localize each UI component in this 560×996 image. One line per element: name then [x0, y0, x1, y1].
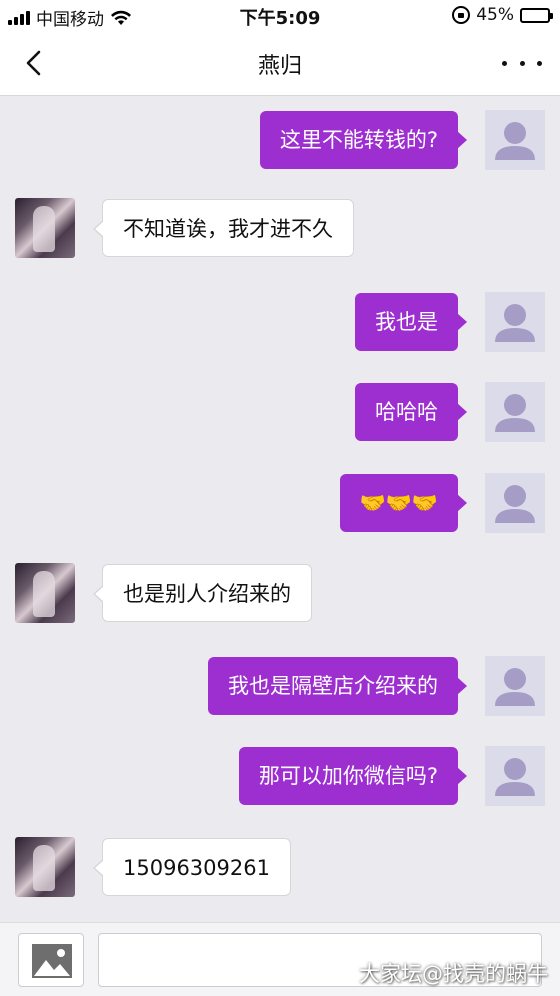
message-row: 我也是隔壁店介绍来的	[0, 656, 560, 718]
avatar-other[interactable]	[15, 837, 75, 897]
user-placeholder-icon	[495, 758, 535, 796]
page-title: 燕归	[257, 54, 302, 79]
watermark: 大家坛@找壳的蜗牛	[359, 962, 548, 986]
status-right: 45%	[452, 5, 553, 25]
battery-percent: 45%	[476, 5, 514, 25]
avatar-me[interactable]	[485, 656, 545, 716]
rotation-lock-icon	[452, 6, 471, 24]
avatar-me[interactable]	[485, 473, 545, 533]
message-row: 15096309261	[0, 837, 560, 899]
avatar-other[interactable]	[15, 198, 75, 258]
message-bubble[interactable]: 15096309261	[93, 838, 291, 896]
avatar-other[interactable]	[15, 563, 75, 623]
message-row: 不知道诶，我才进不久	[0, 198, 560, 260]
image-icon	[32, 944, 72, 978]
message-row: 🤝🤝🤝	[0, 473, 560, 535]
nav-bar: 燕归	[0, 30, 560, 96]
message-bubble[interactable]: 我也是	[355, 293, 467, 351]
message-bubble[interactable]: 不知道诶，我才进不久	[93, 199, 354, 257]
message-row: 那可以加你微信吗?	[0, 746, 560, 808]
battery-icon	[520, 7, 553, 23]
message-bubble[interactable]: 🤝🤝🤝	[339, 474, 468, 532]
avatar-me[interactable]	[485, 382, 545, 442]
image-button[interactable]	[18, 933, 84, 987]
message-row: 也是别人介绍来的	[0, 563, 560, 625]
avatar-me[interactable]	[485, 746, 545, 806]
more-dots-icon[interactable]	[502, 50, 542, 76]
message-row: 这里不能转钱的?	[0, 110, 560, 172]
message-bubble[interactable]: 我也是隔壁店介绍来的	[208, 657, 467, 715]
message-bubble[interactable]: 那可以加你微信吗?	[238, 747, 468, 805]
message-row: 我也是	[0, 292, 560, 354]
status-bar: 中国移动 下午5:09 45%	[0, 0, 560, 30]
message-bubble[interactable]: 哈哈哈	[355, 383, 467, 441]
avatar-me[interactable]	[485, 292, 545, 352]
message-bubble[interactable]: 这里不能转钱的?	[259, 111, 468, 169]
user-placeholder-icon	[495, 122, 535, 160]
avatar-me[interactable]	[485, 110, 545, 170]
message-bubble[interactable]: 也是别人介绍来的	[93, 564, 312, 622]
user-placeholder-icon	[495, 394, 535, 432]
user-placeholder-icon	[495, 668, 535, 706]
message-row: 哈哈哈	[0, 382, 560, 444]
user-placeholder-icon	[495, 304, 535, 342]
user-placeholder-icon	[495, 485, 535, 523]
